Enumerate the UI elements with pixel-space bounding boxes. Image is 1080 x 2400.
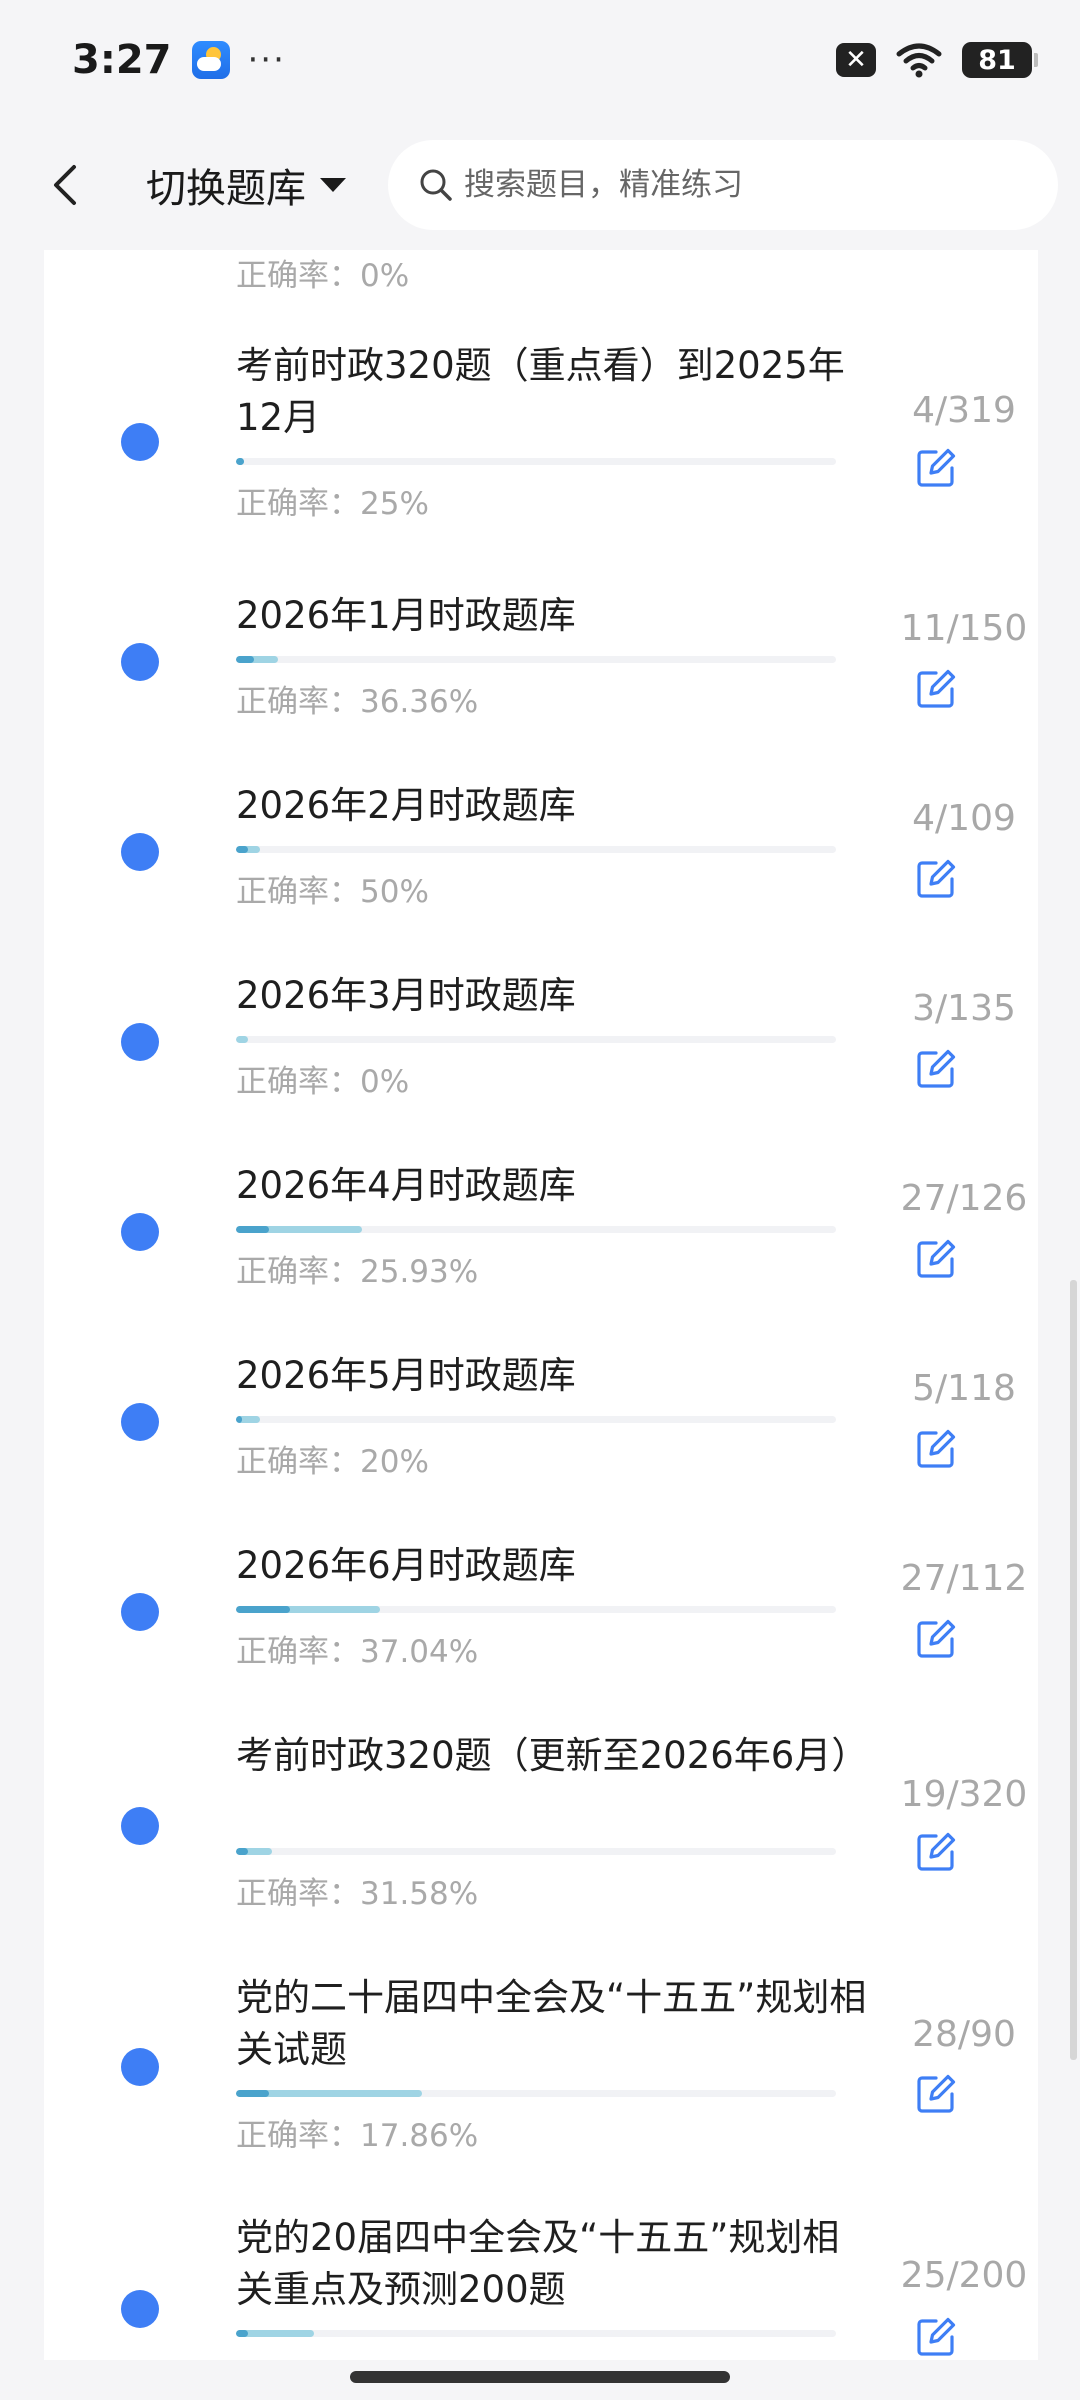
search-box[interactable] bbox=[388, 140, 1058, 230]
item-title: 党的二十届四中全会及“十五五”规划相关试题 bbox=[236, 1976, 867, 2071]
status-indicators: ✕ 81 bbox=[836, 42, 1038, 78]
progress-count: 4/319 bbox=[912, 390, 1016, 431]
accuracy-text: 正确率：25.93% bbox=[236, 1254, 479, 1290]
back-button[interactable] bbox=[30, 150, 100, 220]
item-title: 考前时政320题（重点看）到2025年12月 bbox=[236, 344, 845, 439]
progress-count: 28/90 bbox=[912, 2014, 1016, 2055]
edit-icon[interactable] bbox=[914, 857, 958, 901]
status-dot bbox=[121, 833, 159, 871]
progress-fill bbox=[236, 1416, 242, 1423]
status-dot bbox=[121, 1023, 159, 1061]
status-dot bbox=[121, 2290, 159, 2328]
status-dot bbox=[121, 1807, 159, 1845]
progress-bar bbox=[236, 1606, 836, 1613]
edit-icon[interactable] bbox=[914, 1617, 958, 1661]
scrollbar[interactable] bbox=[1070, 1280, 1077, 2060]
back-arrow-icon bbox=[54, 165, 76, 205]
weather-app-icon bbox=[191, 41, 230, 79]
accuracy-text: 正确率：17.86% bbox=[236, 2118, 479, 2154]
progress-fill bbox=[236, 2090, 269, 2097]
progress-bar bbox=[236, 1416, 836, 1423]
progress-bar bbox=[236, 2330, 836, 2337]
search-input[interactable] bbox=[464, 167, 1024, 203]
edit-icon[interactable] bbox=[914, 1427, 958, 1471]
item-title: 2026年5月时政题库 bbox=[236, 1354, 576, 1397]
top-bar: 切换题库 bbox=[0, 120, 1080, 250]
progress-fill bbox=[236, 846, 248, 853]
item-title: 2026年1月时政题库 bbox=[236, 594, 576, 637]
status-dot bbox=[121, 1403, 159, 1441]
edit-icon[interactable] bbox=[914, 667, 958, 711]
progress-fill bbox=[236, 656, 254, 663]
progress-fill bbox=[236, 458, 244, 465]
progress-count: 11/150 bbox=[900, 608, 1028, 649]
accuracy-text: 正确率：31.58% bbox=[236, 1876, 479, 1912]
item-title: 2026年2月时政题库 bbox=[236, 784, 576, 827]
accuracy-text: 正确率：0% bbox=[236, 1064, 410, 1100]
status-dot bbox=[121, 643, 159, 681]
accuracy-text: 正确率：20% bbox=[236, 1444, 429, 1480]
progress-bar bbox=[236, 1036, 836, 1043]
progress-bar bbox=[236, 846, 836, 853]
edit-icon[interactable] bbox=[914, 1237, 958, 1281]
status-dot bbox=[121, 2048, 159, 2086]
status-dot bbox=[121, 423, 159, 461]
progress-count: 27/126 bbox=[900, 1178, 1028, 1219]
progress-bar bbox=[236, 458, 836, 465]
progress-count: 3/135 bbox=[912, 988, 1016, 1029]
progress-fill bbox=[236, 1606, 290, 1613]
item-title: 2026年3月时政题库 bbox=[236, 974, 576, 1017]
edit-icon[interactable] bbox=[914, 446, 958, 490]
close-status-icon: ✕ bbox=[836, 43, 876, 77]
progress-count: 19/320 bbox=[900, 1774, 1028, 1815]
edit-icon[interactable] bbox=[914, 1830, 958, 1874]
accuracy-text: 正确率：36.36% bbox=[236, 684, 479, 720]
more-notifications-icon: ··· bbox=[247, 40, 286, 80]
status-time: 3:27 bbox=[72, 37, 172, 83]
progress-bar bbox=[236, 1848, 836, 1855]
progress-fill bbox=[236, 2330, 248, 2337]
wifi-icon bbox=[896, 43, 942, 78]
partial-item-accuracy: 正确率：0% bbox=[236, 258, 410, 294]
progress-fill bbox=[236, 1848, 248, 1855]
edit-icon[interactable] bbox=[914, 2315, 958, 2359]
question-bank-list: 正确率：0% 考前时政320题（重点看）到2025年12月正确率：25% 4/31… bbox=[44, 250, 1038, 2360]
home-indicator[interactable] bbox=[350, 2371, 730, 2383]
item-title: 考前时政320题（更新至2026年6月） bbox=[236, 1734, 869, 1777]
edit-icon[interactable] bbox=[914, 1047, 958, 1091]
progress-bar bbox=[236, 1226, 836, 1233]
item-title: 党的20届四中全会及“十五五”规划相关重点及预测200题 bbox=[236, 2216, 840, 2311]
progress-fill bbox=[236, 1226, 269, 1233]
progress-count: 5/118 bbox=[912, 1368, 1016, 1409]
accuracy-text: 正确率：25% bbox=[236, 486, 429, 522]
battery-indicator: 81 bbox=[962, 42, 1038, 78]
item-title: 2026年6月时政题库 bbox=[236, 1544, 576, 1587]
caret-down-icon bbox=[320, 178, 346, 192]
progress-count: 25/200 bbox=[900, 2255, 1028, 2296]
switch-bank-label: 切换题库 bbox=[146, 166, 306, 212]
item-title: 2026年4月时政题库 bbox=[236, 1164, 576, 1207]
progress-count: 4/109 bbox=[912, 798, 1016, 839]
progress-bar bbox=[236, 2090, 836, 2097]
edit-icon[interactable] bbox=[914, 2072, 958, 2116]
status-bar: 3:27 ··· ✕ 81 bbox=[0, 0, 1080, 120]
status-dot bbox=[121, 1593, 159, 1631]
switch-bank-dropdown[interactable]: 切换题库 bbox=[146, 156, 346, 214]
progress-fill-light bbox=[236, 1036, 248, 1043]
status-dot bbox=[121, 1213, 159, 1251]
progress-bar bbox=[236, 656, 836, 663]
accuracy-text: 正确率：37.04% bbox=[236, 1634, 479, 1670]
accuracy-text: 正确率：50% bbox=[236, 874, 429, 910]
search-icon bbox=[420, 169, 452, 201]
progress-count: 27/112 bbox=[900, 1558, 1028, 1599]
